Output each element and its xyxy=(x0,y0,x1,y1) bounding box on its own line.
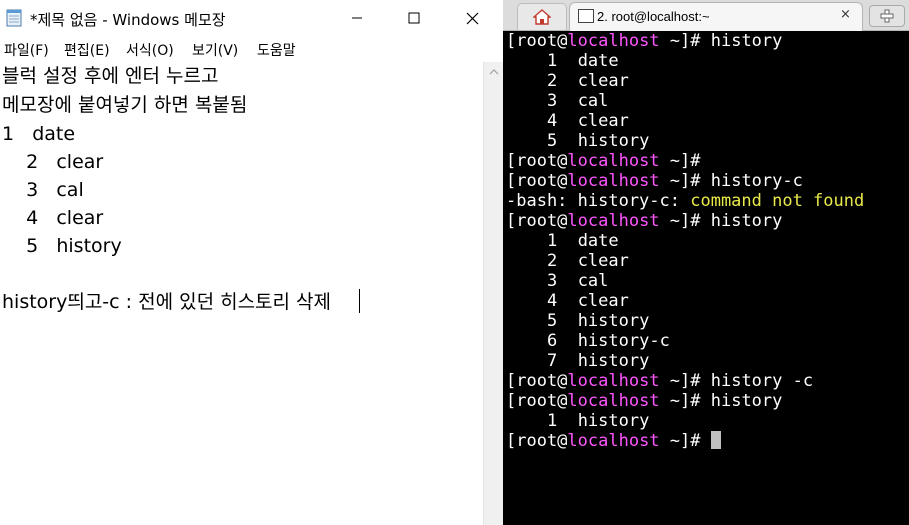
terminal-tab-bar: 2. root@localhost:~ × xyxy=(503,0,909,31)
maximize-icon xyxy=(408,12,420,24)
notepad-app-icon xyxy=(6,9,22,27)
minimize-icon xyxy=(352,17,362,19)
menu-help[interactable]: 도움말 xyxy=(257,40,296,60)
text-line: 블럭 설정 후에 엔터 누르고 xyxy=(2,65,219,87)
menu-format[interactable]: 서식(O) xyxy=(126,40,174,60)
terminal-tab-active[interactable]: 2. root@localhost:~ × xyxy=(569,2,863,31)
terminal-line: 5 history xyxy=(546,131,650,151)
menu-view[interactable]: 보기(V) xyxy=(192,40,238,60)
text-line: 메모장에 붙여넣기 하면 복붙됨 xyxy=(2,94,248,116)
terminal-line: [root@localhost ~]# history xyxy=(506,31,783,51)
terminal-error-line: -bash: history-c: command not found xyxy=(506,191,865,211)
text-line: 1 date xyxy=(2,123,76,145)
home-tab-button[interactable] xyxy=(517,3,567,30)
terminal-line: 2 clear xyxy=(546,71,629,91)
terminal-line: 1 date xyxy=(546,51,619,71)
terminal-line: 2 clear xyxy=(546,251,629,271)
terminal-line: [root@localhost ~]# history xyxy=(506,391,783,411)
close-button[interactable] xyxy=(449,0,495,36)
notepad-window-title: *제목 없음 - Windows 메모장 xyxy=(30,11,226,29)
terminal-line: [root@localhost ~]# history -c xyxy=(506,371,814,391)
notepad-titlebar[interactable]: *제목 없음 - Windows 메모장 xyxy=(0,0,503,36)
maximize-button[interactable] xyxy=(391,0,437,36)
home-icon xyxy=(533,9,551,25)
terminal-line: 4 clear xyxy=(546,111,629,131)
text-line: history띄고-c : 전에 있던 히스토리 삭제 xyxy=(2,291,332,313)
scroll-up-button[interactable] xyxy=(484,62,504,82)
terminal-tab-label: 2. root@localhost:~ xyxy=(597,9,710,24)
menu-file[interactable]: 파일(F) xyxy=(4,40,49,60)
terminal-line: [root@localhost ~]# xyxy=(506,151,711,171)
menu-edit[interactable]: 편집(E) xyxy=(64,40,110,60)
terminal-line: 4 clear xyxy=(546,291,629,311)
terminal-prompt-line: [root@localhost ~]# xyxy=(506,431,721,451)
terminal-screen[interactable]: [root@localhost ~]# history 1 date 2 cle… xyxy=(503,31,909,525)
text-caret xyxy=(359,289,360,313)
new-tab-button[interactable] xyxy=(869,5,905,27)
text-line: 3 cal xyxy=(2,179,84,201)
tab-close-icon[interactable]: × xyxy=(840,7,851,22)
text-line: 4 clear xyxy=(2,207,104,229)
text-line: 2 clear xyxy=(2,151,104,173)
close-icon xyxy=(466,12,478,24)
terminal-line: 1 history xyxy=(546,411,650,431)
terminal-icon xyxy=(578,9,594,23)
notepad-menubar: 파일(F) 편집(E) 서식(O) 보기(V) 도움말 xyxy=(0,37,503,59)
plus-icon xyxy=(880,9,894,23)
notepad-text-area[interactable]: 블럭 설정 후에 엔터 누르고 메모장에 붙여넣기 하면 복붙됨 1 date … xyxy=(0,62,483,525)
terminal-window: 2. root@localhost:~ × [root@localhost ~]… xyxy=(503,0,909,525)
terminal-line: 7 history xyxy=(546,351,650,371)
text-line: 5 history xyxy=(2,235,122,257)
terminal-line: 6 history-c xyxy=(546,331,670,351)
terminal-line: 5 history xyxy=(546,311,650,331)
terminal-line: 1 date xyxy=(546,231,619,251)
terminal-line: 3 cal xyxy=(546,91,609,111)
minimize-button[interactable] xyxy=(334,0,380,36)
terminal-cursor xyxy=(710,431,721,449)
notepad-window: *제목 없음 - Windows 메모장 파일(F) 편집(E) 서식(O) 보… xyxy=(0,0,504,525)
terminal-line: [root@localhost ~]# history xyxy=(506,211,783,231)
terminal-line: [root@localhost ~]# history-c xyxy=(506,171,803,191)
vertical-scrollbar[interactable] xyxy=(483,62,504,525)
chevron-up-icon xyxy=(489,69,499,75)
terminal-line: 3 cal xyxy=(546,271,609,291)
